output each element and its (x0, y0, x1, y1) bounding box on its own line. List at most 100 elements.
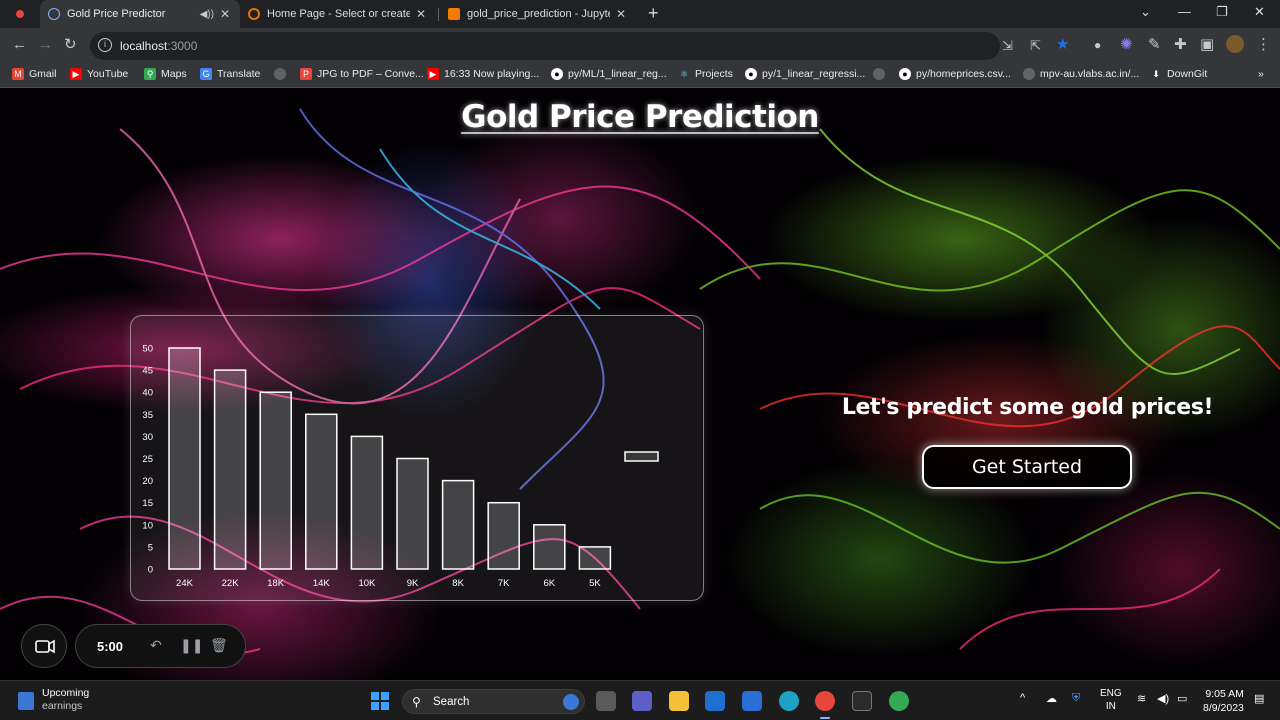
maximize-button[interactable]: ❐ (1216, 4, 1228, 20)
tab-title: gold_price_prediction - Jupyter N (467, 8, 610, 20)
bookmark-label: Gmail (29, 68, 57, 80)
tab-strip: Gold Price Predictor ◀)) ✕ Home Page - S… (0, 0, 1280, 28)
lang-line-2: IN (1105, 701, 1116, 712)
reload-icon[interactable]: ↻ (64, 37, 77, 53)
page-title-text: Gold Price Prediction (461, 99, 819, 135)
tab-home-page[interactable]: Home Page - Select or create a n ✕ (240, 0, 436, 28)
edge-icon[interactable] (779, 691, 799, 711)
profile-avatar[interactable] (1226, 35, 1244, 53)
teams-icon[interactable] (632, 691, 652, 711)
share-icon[interactable]: ⇱ (1030, 38, 1041, 54)
bookmark-github-homeprices[interactable]: ● py/homeprices.csv... (899, 68, 1011, 80)
recorder-timer: 5:00 (97, 639, 124, 654)
tab-gold-price-predictor[interactable]: Gold Price Predictor ◀)) ✕ (40, 0, 240, 28)
pause-icon[interactable]: ❚❚ (180, 637, 203, 654)
taskbar-search[interactable]: ⚲ Search (402, 689, 585, 714)
extension-1-icon[interactable]: ● (1094, 37, 1101, 53)
bookmark-folder-2[interactable] (873, 68, 890, 80)
tab-jupyter-notebook[interactable]: gold_price_prediction - Jupyter N ✕ (440, 0, 636, 28)
bookmark-jpg-to-pdf[interactable]: P JPG to PDF – Conve... (300, 68, 424, 80)
defender-icon[interactable]: ⛨ (1072, 692, 1080, 705)
bookmarks-overflow-icon[interactable]: » (1258, 68, 1264, 80)
close-tab-icon[interactable]: ✕ (220, 7, 230, 21)
x-tick-label: 22K (222, 578, 240, 589)
notifications-icon[interactable]: ▤ (1254, 692, 1264, 705)
battery-icon[interactable]: ▭ (1177, 692, 1187, 705)
x-tick-label: 10K (358, 578, 376, 589)
news-widget-icon[interactable] (18, 692, 34, 710)
back-icon[interactable]: ← (12, 37, 27, 53)
language-indicator[interactable]: ENG IN (1100, 687, 1122, 713)
bookmark-maps[interactable]: ⚲ Maps (144, 68, 187, 80)
new-tab-button[interactable]: + (648, 4, 659, 22)
bookmark-vlabs[interactable]: mpv-au.vlabs.ac.in/... (1023, 68, 1139, 80)
file-explorer-icon[interactable] (669, 691, 689, 711)
bookmark-projects[interactable]: ⚛ Projects (678, 68, 733, 80)
page-viewport: Gold Price Prediction 0 5 10 15 20 25 30 35 40 45… (0, 89, 1280, 680)
bookmark-star-icon[interactable]: ★ (1056, 37, 1069, 53)
bookmark-translate[interactable]: G Translate (200, 68, 260, 80)
bing-icon (563, 694, 579, 710)
news-widget[interactable]: Upcoming earnings (42, 687, 89, 713)
side-panel-icon[interactable]: ▣ (1200, 37, 1214, 53)
bookmark-gmail[interactable]: M Gmail (12, 68, 56, 80)
close-tab-icon[interactable]: ✕ (416, 7, 426, 21)
bookmark-now-playing[interactable]: ▶ 16:33 Now playing... (427, 68, 539, 80)
wifi-icon[interactable]: ≋ (1137, 692, 1146, 705)
windows-start-icon[interactable] (371, 692, 389, 710)
tab-search-button[interactable] (8, 0, 28, 28)
legend-swatch (624, 451, 659, 462)
extensions-puzzle-icon[interactable]: ✚ (1174, 37, 1187, 53)
chrome-profile-icon[interactable] (889, 691, 909, 711)
chrome-icon[interactable] (815, 691, 835, 719)
pdf-icon: P (300, 68, 312, 80)
tab-search-chevron-icon[interactable]: ⌄ (1140, 4, 1151, 20)
minimize-button[interactable]: — (1178, 4, 1191, 19)
address-bar[interactable]: i localhost:3000 ⇲ ⇱ ★ (90, 32, 1069, 60)
y-tick-label: 30 (142, 432, 153, 443)
bookmark-downgit[interactable]: ⬇ DownGit (1150, 68, 1207, 80)
tray-overflow-icon[interactable]: ^ (1020, 692, 1025, 704)
recorder-camera-button[interactable] (21, 624, 67, 668)
chart-bar (213, 369, 247, 570)
close-window-button[interactable]: ✕ (1254, 4, 1265, 20)
task-view-icon[interactable] (596, 691, 616, 711)
speaker-icon[interactable]: ◀)) (200, 9, 214, 20)
globe-icon (48, 8, 60, 20)
bookmark-label: Projects (695, 68, 733, 80)
x-tick-label: 14K (313, 578, 331, 589)
bookmark-label: 16:33 Now playing... (444, 68, 540, 80)
cloud-icon[interactable]: ☁ (1046, 692, 1057, 705)
chart-card: 0 5 10 15 20 25 30 35 40 45 50 24K 22K 18K 14K 10K 9K 8K 7… (130, 315, 704, 601)
undo-icon[interactable]: ↶ (150, 637, 162, 654)
lang-line-1: ENG (1100, 688, 1122, 699)
system-clock[interactable]: 9:05 AM 8/9/2023 (1203, 687, 1244, 715)
bookmark-github-linear-reg[interactable]: ● py/ML/1_linear_reg... (551, 68, 667, 80)
recorder-controls: 5:00 ↶ ❚❚ 🗑 (75, 624, 246, 668)
mail-icon[interactable] (705, 691, 725, 711)
get-started-button[interactable]: Get Started (922, 445, 1132, 489)
close-tab-icon[interactable]: ✕ (616, 7, 626, 21)
forward-icon[interactable]: → (38, 37, 53, 53)
bookmark-folder[interactable] (274, 68, 291, 80)
paint-icon[interactable] (742, 691, 762, 711)
extension-2-icon[interactable]: ✺ (1120, 37, 1133, 53)
github-icon: ● (551, 68, 563, 80)
page-title: Gold Price Prediction (0, 99, 1280, 135)
y-tick-label: 40 (142, 388, 153, 399)
eyedropper-icon[interactable]: ✎ (1148, 37, 1161, 53)
x-tick-label: 24K (176, 578, 194, 589)
chart-bar (168, 347, 201, 570)
volume-icon[interactable]: ◀) (1157, 692, 1169, 705)
github-icon: ● (745, 68, 757, 80)
install-app-icon[interactable]: ⇲ (1002, 38, 1013, 54)
x-tick-label: 18K (267, 578, 285, 589)
trash-icon[interactable]: 🗑 (210, 637, 228, 654)
terminal-icon[interactable] (852, 691, 872, 711)
site-info-icon[interactable]: i (98, 38, 112, 52)
bookmark-label: py/ML/1_linear_reg... (568, 68, 667, 80)
menu-kebab-icon[interactable]: ⋮ (1256, 37, 1271, 53)
bookmark-youtube[interactable]: ▶ YouTube (70, 68, 128, 80)
bookmark-github-linear-regressi[interactable]: ● py/1_linear_regressi... (745, 68, 865, 80)
x-tick-label: 8K (452, 578, 464, 589)
